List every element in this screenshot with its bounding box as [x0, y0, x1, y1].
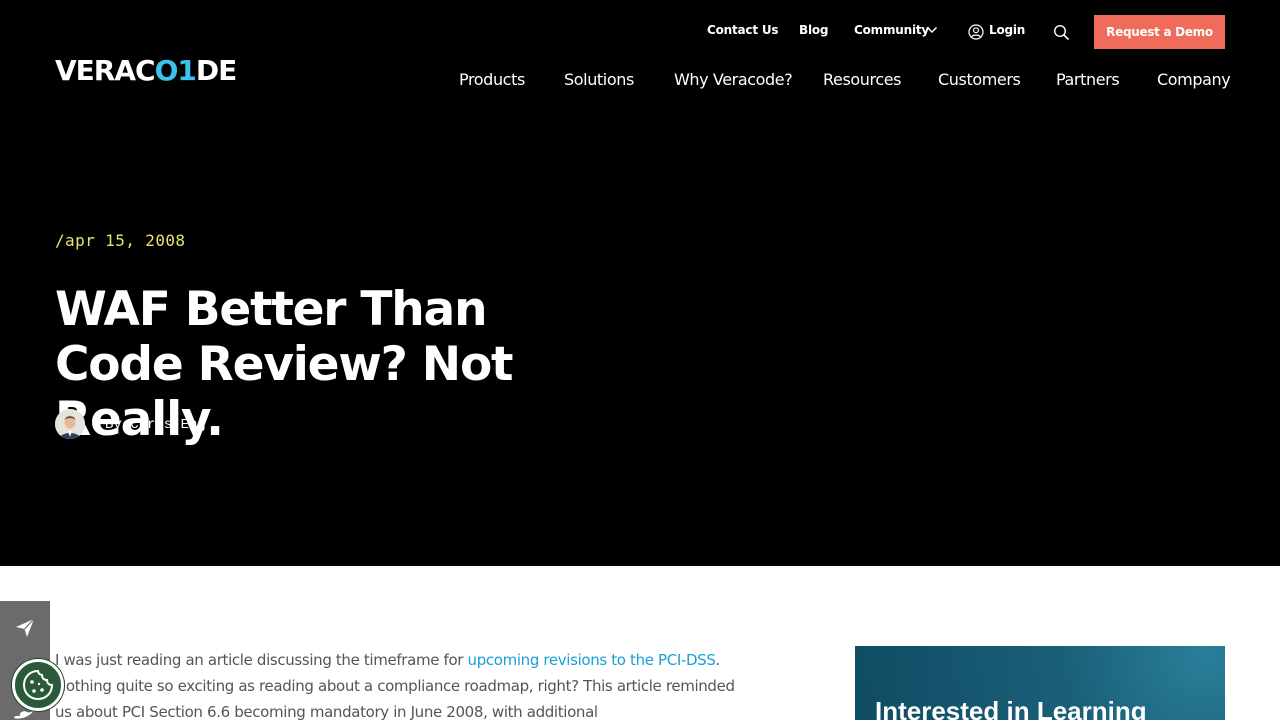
search-icon[interactable]	[1053, 24, 1070, 41]
cookie-icon	[22, 669, 54, 701]
article-text: I was just reading an article discussing…	[55, 651, 468, 669]
contact-us-link[interactable]: Contact Us	[707, 23, 779, 37]
nav-item-solutions[interactable]: Solutions	[564, 70, 634, 89]
nav-item-company[interactable]: Company	[1157, 70, 1231, 89]
utility-nav: Contact Us Blog Community Login Request …	[0, 15, 1280, 49]
pci-dss-link[interactable]: upcoming revisions to the PCI-DSS	[468, 651, 716, 669]
sidebar-card-title: Interested in Learning	[875, 696, 1147, 720]
request-demo-button[interactable]: Request a Demo	[1094, 15, 1225, 49]
hero-section: VERACO1DE Contact Us Blog Community Logi…	[0, 0, 1280, 566]
article-body: I was just reading an article discussing…	[55, 647, 735, 720]
nav-item-products[interactable]: Products	[459, 70, 525, 89]
nav-item-partners[interactable]: Partners	[1056, 70, 1120, 89]
cookie-settings-button[interactable]	[12, 659, 64, 711]
author-photo	[55, 409, 85, 439]
post-date: /apr 15, 2008	[55, 231, 186, 250]
community-menu[interactable]: Community	[854, 23, 929, 37]
nav-item-why-veracode[interactable]: Why Veracode?	[674, 70, 793, 89]
main-nav: Products Solutions Why Veracode? Resourc…	[0, 70, 1280, 92]
user-circle-icon[interactable]	[968, 24, 984, 40]
author-byline: By Chris Eng	[105, 417, 206, 433]
nav-item-customers[interactable]: Customers	[938, 70, 1021, 89]
paper-plane-icon[interactable]	[14, 617, 36, 639]
chevron-down-icon[interactable]	[926, 24, 938, 36]
blog-link[interactable]: Blog	[799, 23, 828, 37]
login-link[interactable]: Login	[989, 23, 1025, 37]
author-avatar	[55, 409, 85, 439]
sidebar-cta-card[interactable]: Interested in Learning	[855, 646, 1225, 720]
nav-item-resources[interactable]: Resources	[823, 70, 902, 89]
